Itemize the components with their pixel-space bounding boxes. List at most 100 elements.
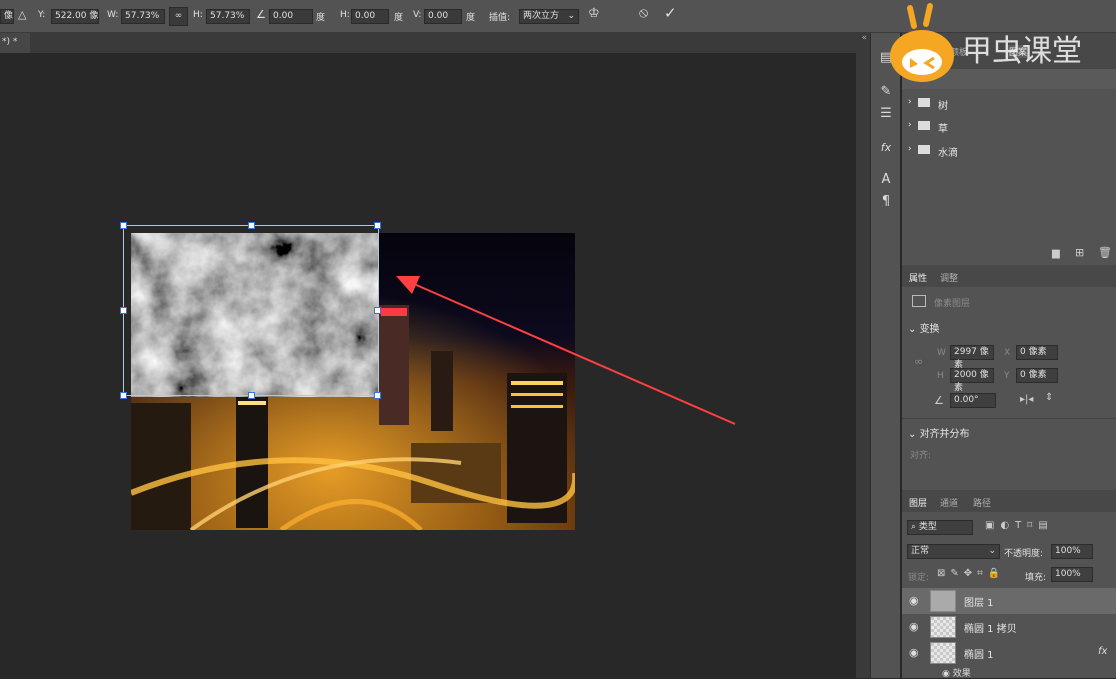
chevron-down-icon: ⌄ xyxy=(988,546,996,556)
fx-badge[interactable]: fx xyxy=(1098,646,1107,657)
transform-bounding-box[interactable] xyxy=(120,222,381,399)
x-label: X xyxy=(1004,348,1011,358)
add-icon[interactable]: ⊞ xyxy=(1075,246,1084,259)
transform-handle-b[interactable] xyxy=(248,392,255,399)
lock-label: 锁定: xyxy=(908,573,930,583)
eye-icon[interactable]: ◉ xyxy=(909,620,919,633)
layer-name: 椭圆 1 拷贝 xyxy=(964,624,1017,635)
fx-icon[interactable]: fx xyxy=(877,139,895,157)
layer-filter-icons[interactable]: ▣◐T⌑▤ xyxy=(985,520,1054,531)
skew-v-field[interactable]: 0.00 xyxy=(424,9,462,24)
checkmark-icon[interactable]: ✓ xyxy=(664,4,677,22)
skew-h-unit: 度 xyxy=(394,13,404,23)
chevron-down-icon: ⌄ xyxy=(908,324,920,335)
skew-v-unit: 度 xyxy=(466,13,476,23)
transform-handle-t[interactable] xyxy=(248,222,255,229)
effects-row[interactable]: ◉ 效果 xyxy=(942,666,971,679)
align-section-title[interactable]: ⌄ 对齐并分布 xyxy=(908,425,970,440)
transform-handle-tl[interactable] xyxy=(120,222,127,229)
interp-select[interactable]: 两次立方 ⌄ xyxy=(519,9,579,24)
skew-v-label: V: xyxy=(413,10,422,20)
document-tab-strip xyxy=(0,33,856,53)
search-icon: ⌕ xyxy=(911,522,919,532)
fill-label: 填充: xyxy=(1025,573,1047,583)
panel-icon-column: ▤ ✎ ☰ fx A ¶ xyxy=(870,33,900,678)
tab-paths[interactable]: 路径 xyxy=(973,496,991,509)
layer-name: 椭圆 1 xyxy=(964,650,994,661)
document-tab[interactable]: *) * × xyxy=(0,33,30,65)
opacity-field[interactable]: 100% xyxy=(1051,544,1093,559)
layer-row[interactable]: ◉ 椭圆 1 fx xyxy=(902,640,1116,666)
transform-section-title[interactable]: ⌄ 变换 xyxy=(908,320,940,335)
transform-handle-tr[interactable] xyxy=(374,222,381,229)
transform-handle-r[interactable] xyxy=(374,307,381,314)
opacity-label: 不透明度: xyxy=(1004,549,1044,559)
cancel-icon[interactable]: ⦸ xyxy=(639,5,648,21)
interp-value: 两次立方 xyxy=(523,11,560,21)
prop-x-field[interactable]: 0 像素 xyxy=(1016,345,1058,360)
trash-icon[interactable]: 🗑 xyxy=(1098,246,1112,259)
h-field[interactable]: 57.73% xyxy=(206,9,250,24)
folder-item[interactable]: › 水滴 xyxy=(904,140,1116,162)
skew-h-field[interactable]: 0.00 xyxy=(351,9,389,24)
link-icon[interactable]: ∞ xyxy=(914,355,923,368)
layer-row[interactable]: ◉ 椭圆 1 拷贝 xyxy=(902,614,1116,640)
folder-item[interactable]: › 树 xyxy=(904,93,1116,115)
chevron-down-icon: ⌄ xyxy=(908,429,920,440)
paragraph-icon[interactable]: ¶ xyxy=(877,193,895,211)
eye-icon[interactable]: ◉ xyxy=(909,594,919,607)
folder-icon xyxy=(918,98,930,107)
sliders-icon[interactable]: ☰ xyxy=(877,105,895,123)
w-label: W xyxy=(937,348,946,358)
new-folder-icon[interactable]: ▆ xyxy=(1052,248,1060,259)
folder-icon xyxy=(918,145,930,154)
tab-properties[interactable]: 属性 xyxy=(909,271,927,284)
rotate-field[interactable]: 0.00 xyxy=(269,9,313,24)
transform-handle-l[interactable] xyxy=(120,307,127,314)
y-label: Y xyxy=(1004,371,1010,381)
w-label: W: xyxy=(107,10,119,20)
character-icon[interactable]: A xyxy=(877,171,895,189)
properties-tabs: 属性 调整 xyxy=(902,265,1116,287)
tab-layers[interactable]: 图层 xyxy=(909,496,927,509)
tab-channels[interactable]: 通道 xyxy=(940,496,958,509)
align-title: 对齐并分布 xyxy=(919,429,970,440)
flip-vertical-icon[interactable]: ⇕ xyxy=(1045,392,1053,403)
layer-filter-select[interactable]: ⌕ 类型 xyxy=(907,520,973,535)
folder-label: 水滴 xyxy=(938,148,958,159)
layer-name: 图层 1 xyxy=(964,598,994,609)
fill-field[interactable]: 100% xyxy=(1051,567,1093,582)
lock-icons[interactable]: ⊠✎✥⌗🔒 xyxy=(937,568,1005,579)
w-field[interactable]: 57.73% xyxy=(121,9,165,24)
flip-horizontal-icon[interactable]: ▸|◂ xyxy=(1020,394,1033,405)
chevron-right-icon: › xyxy=(908,120,912,130)
chevron-right-icon: › xyxy=(908,144,912,154)
layer-thumbnail xyxy=(930,590,956,612)
prop-w-field[interactable]: 2997 像素 xyxy=(950,345,994,370)
layer-row[interactable]: ◉ 图层 1 xyxy=(902,588,1116,614)
layer-thumbnail xyxy=(930,642,956,664)
angle-icon: ∠ xyxy=(256,8,266,21)
tab-adjustments[interactable]: 调整 xyxy=(940,271,958,284)
h-label: H xyxy=(937,371,944,381)
folder-item[interactable]: › 草 xyxy=(904,116,1116,138)
x-field[interactable]: 像素 xyxy=(0,9,14,24)
prop-y-field[interactable]: 0 像素 xyxy=(1016,368,1058,383)
transform-handle-bl[interactable] xyxy=(120,392,127,399)
blend-mode-value: 正常 xyxy=(911,546,930,556)
panel-dock-gutter: « xyxy=(856,33,870,678)
prop-angle-field[interactable]: 0.00° xyxy=(950,393,996,408)
blend-mode-select[interactable]: 正常 ⌄ xyxy=(907,544,1000,559)
h-label: H: xyxy=(193,10,203,20)
prop-h-field[interactable]: 2000 像素 xyxy=(950,368,994,393)
layer-type-label: 像素图层 xyxy=(934,299,971,309)
eye-icon[interactable]: ◉ xyxy=(909,646,919,659)
folder-label: 树 xyxy=(938,101,948,112)
collapse-icon[interactable]: « xyxy=(861,33,867,43)
delta-icon: △ xyxy=(18,8,27,21)
y-field[interactable]: 522.00 像素 xyxy=(51,9,99,24)
warp-icon[interactable]: ♔ xyxy=(588,6,600,21)
layers-tabs: 图层 通道 路径 xyxy=(902,490,1116,512)
transform-handle-br[interactable] xyxy=(374,392,381,399)
link-icon[interactable]: ∞ xyxy=(169,7,188,26)
